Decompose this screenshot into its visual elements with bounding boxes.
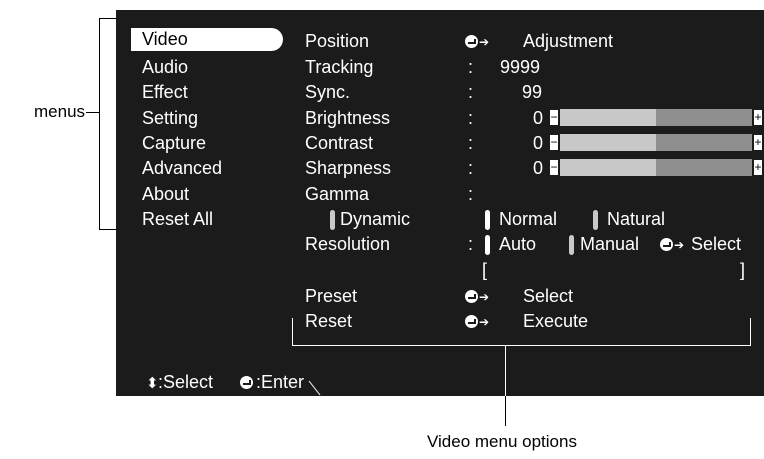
video-menu-options-annotation: Video menu options: [427, 432, 577, 451]
slider-fill: [560, 159, 656, 176]
gamma-normal-label[interactable]: Normal: [499, 209, 557, 229]
slider-fill: [560, 134, 656, 151]
reset-action[interactable]: Execute: [523, 311, 588, 331]
bracket-line: [292, 318, 293, 345]
right-arrow-icon: ➔: [479, 35, 490, 49]
footer-enter-hint: :Enter: [256, 372, 305, 392]
footer-select-hint: :Select: [158, 372, 214, 392]
projector-menu-screen: [116, 10, 764, 396]
bracket-line: [99, 18, 116, 19]
slider-track: [656, 159, 752, 176]
right-arrow-icon: ➔: [479, 315, 490, 329]
enter-icon: [240, 376, 253, 389]
gamma-natural-radio[interactable]: [593, 210, 598, 230]
menu-item-effect[interactable]: Effect: [142, 82, 188, 102]
bracket-line: [505, 345, 506, 396]
minus-icon[interactable]: −: [550, 110, 558, 125]
leader-line: [86, 112, 99, 113]
option-reset-label[interactable]: Reset: [305, 311, 352, 331]
slider-track: [656, 134, 752, 151]
option-brightness-label[interactable]: Brightness: [305, 108, 390, 128]
option-sharpness-label[interactable]: Sharpness: [305, 158, 391, 178]
gamma-normal-radio[interactable]: [485, 210, 490, 230]
enter-icon: [660, 238, 673, 251]
option-position-label[interactable]: Position: [305, 31, 369, 51]
enter-icon: [465, 315, 478, 328]
bracket-open: [: [482, 260, 488, 280]
menus-annotation: menus: [34, 102, 86, 121]
leader-line: [308, 380, 321, 396]
resolution-auto-radio[interactable]: [485, 235, 490, 255]
sync-value: 99: [522, 82, 543, 102]
colon: :: [468, 184, 474, 204]
menu-item-video-label: Video: [142, 29, 188, 49]
contrast-value: 0: [533, 133, 544, 153]
colon: :: [468, 57, 474, 77]
bracket-line: [750, 318, 751, 345]
plus-icon[interactable]: +: [754, 160, 762, 175]
colon: :: [468, 82, 474, 102]
up-down-arrow-icon: ⬍: [146, 375, 159, 392]
sharpness-slider[interactable]: − +: [550, 159, 762, 176]
enter-icon: [465, 35, 478, 48]
slider-track: [656, 109, 752, 126]
position-action[interactable]: Adjustment: [523, 31, 613, 51]
sharpness-value: 0: [533, 158, 544, 178]
option-preset-label[interactable]: Preset: [305, 286, 357, 306]
menu-item-advanced[interactable]: Advanced: [142, 158, 222, 178]
resolution-auto-label[interactable]: Auto: [499, 234, 536, 254]
minus-icon[interactable]: −: [550, 160, 558, 175]
resolution-action[interactable]: Select: [691, 234, 741, 254]
minus-icon[interactable]: −: [550, 135, 558, 150]
right-arrow-icon: ➔: [479, 290, 490, 304]
contrast-slider[interactable]: − +: [550, 134, 762, 151]
colon: :: [468, 133, 474, 153]
gamma-dynamic-radio[interactable]: [330, 210, 335, 230]
gamma-natural-label[interactable]: Natural: [607, 209, 665, 229]
option-sync-label[interactable]: Sync.: [305, 82, 350, 102]
brightness-slider[interactable]: − +: [550, 109, 762, 126]
gamma-dynamic-label[interactable]: Dynamic: [340, 209, 410, 229]
plus-icon[interactable]: +: [754, 110, 762, 125]
preset-action[interactable]: Select: [523, 286, 573, 306]
bracket-line: [292, 345, 751, 346]
resolution-manual-radio[interactable]: [569, 235, 574, 255]
leader-line: [505, 396, 506, 426]
brightness-value: 0: [533, 108, 544, 128]
right-arrow-icon: ➔: [674, 238, 685, 252]
option-contrast-label[interactable]: Contrast: [305, 133, 373, 153]
bracket-close: ]: [740, 260, 746, 280]
menu-item-audio[interactable]: Audio: [142, 57, 188, 77]
menu-item-about[interactable]: About: [142, 184, 189, 204]
resolution-manual-label[interactable]: Manual: [580, 234, 639, 254]
menu-item-capture[interactable]: Capture: [142, 133, 206, 153]
tracking-value: 9999: [500, 57, 541, 77]
menu-item-video[interactable]: Video: [131, 28, 283, 51]
plus-icon[interactable]: +: [754, 135, 762, 150]
colon: :: [468, 158, 474, 178]
menu-item-setting[interactable]: Setting: [142, 108, 198, 128]
colon: :: [468, 234, 474, 254]
option-gamma-label[interactable]: Gamma: [305, 184, 369, 204]
bracket-line: [99, 229, 116, 230]
colon: :: [468, 108, 474, 128]
menu-item-reset-all[interactable]: Reset All: [142, 209, 213, 229]
option-resolution-label[interactable]: Resolution: [305, 234, 390, 254]
bracket-line: [99, 18, 100, 230]
option-tracking-label[interactable]: Tracking: [305, 57, 373, 77]
enter-icon: [465, 290, 478, 303]
slider-fill: [560, 109, 656, 126]
